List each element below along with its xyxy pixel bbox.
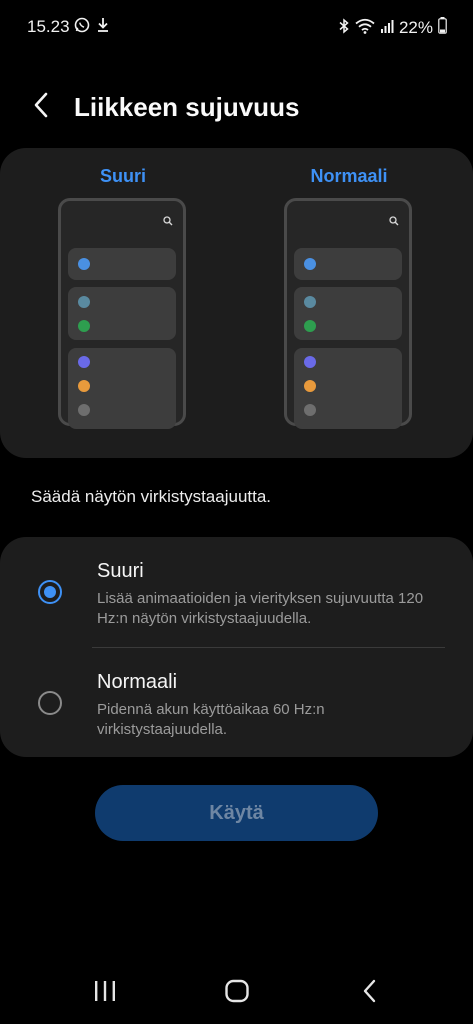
mock-list-block — [68, 287, 176, 340]
refresh-rate-options: Suuri Lisää animaatioiden ja vierityksen… — [0, 537, 473, 757]
preview-high: Suuri — [58, 166, 188, 429]
phone-mockup — [284, 198, 412, 429]
apply-button[interactable]: Käytä — [95, 785, 378, 841]
option-high-description: Lisää animaatioiden ja vierityksen sujuv… — [97, 590, 424, 627]
status-time: 15.23 — [27, 17, 70, 36]
battery-text: 22% — [398, 18, 433, 37]
page-title: Liikkeen sujuvuus — [74, 92, 300, 122]
navigation-bar — [0, 960, 473, 1024]
wifi-icon — [355, 18, 375, 39]
option-standard[interactable]: Normaali Pidennä akun käyttöaikaa 60 Hz:… — [0, 648, 473, 757]
mock-dot — [304, 258, 316, 270]
signal-icon — [380, 18, 394, 39]
mock-list-block — [294, 248, 402, 280]
mock-dot — [78, 404, 90, 416]
mock-dot — [78, 258, 90, 270]
home-button[interactable] — [217, 976, 257, 1010]
mock-list-block — [294, 348, 402, 429]
nav-back-button[interactable] — [350, 976, 390, 1010]
mock-list-block — [68, 248, 176, 280]
search-icon — [163, 213, 173, 231]
mock-dot — [78, 356, 90, 368]
mock-dot — [304, 296, 316, 308]
mock-dot — [304, 320, 316, 332]
whatsapp-icon — [74, 17, 90, 38]
back-chevron-icon — [32, 91, 50, 124]
radio-high-selected[interactable] — [38, 580, 62, 604]
search-icon — [389, 213, 399, 231]
back-icon — [362, 979, 378, 1008]
recent-apps-button[interactable] — [85, 976, 125, 1010]
mock-dot — [304, 356, 316, 368]
option-standard-description: Pidennä akun käyttöaikaa 60 Hz:n virkist… — [97, 701, 325, 738]
option-high-title: Suuri — [97, 560, 144, 582]
recent-apps-icon — [93, 980, 117, 1007]
refresh-rate-preview: Suuri Normaali — [0, 148, 473, 458]
app-header: Liikkeen sujuvuus — [0, 78, 473, 138]
mock-dot — [78, 320, 90, 332]
battery-icon — [438, 17, 447, 39]
notification-icons — [74, 17, 110, 38]
download-icon — [96, 17, 110, 38]
mock-list-block — [68, 348, 176, 429]
mock-dot — [304, 380, 316, 392]
radio-standard[interactable] — [38, 691, 62, 715]
preview-standard-label: Normaali — [310, 166, 388, 186]
option-high[interactable]: Suuri Lisää animaatioiden ja vierityksen… — [0, 537, 473, 647]
home-icon — [224, 979, 250, 1008]
bluetooth-icon — [338, 17, 350, 39]
back-button[interactable] — [24, 90, 58, 124]
mock-dot — [78, 296, 90, 308]
preview-high-label: Suuri — [99, 166, 146, 186]
mock-dot — [78, 380, 90, 392]
system-status-icons: 22% — [338, 17, 447, 39]
mock-dot — [304, 404, 316, 416]
option-standard-title: Normaali — [97, 671, 178, 693]
status-bar: 15.23 22% — [0, 0, 473, 56]
phone-mockup — [58, 198, 186, 429]
mock-list-block — [294, 287, 402, 340]
preview-standard: Normaali — [284, 166, 414, 429]
refresh-rate-description: Säädä näytön virkistystaajuutta. — [31, 487, 272, 506]
